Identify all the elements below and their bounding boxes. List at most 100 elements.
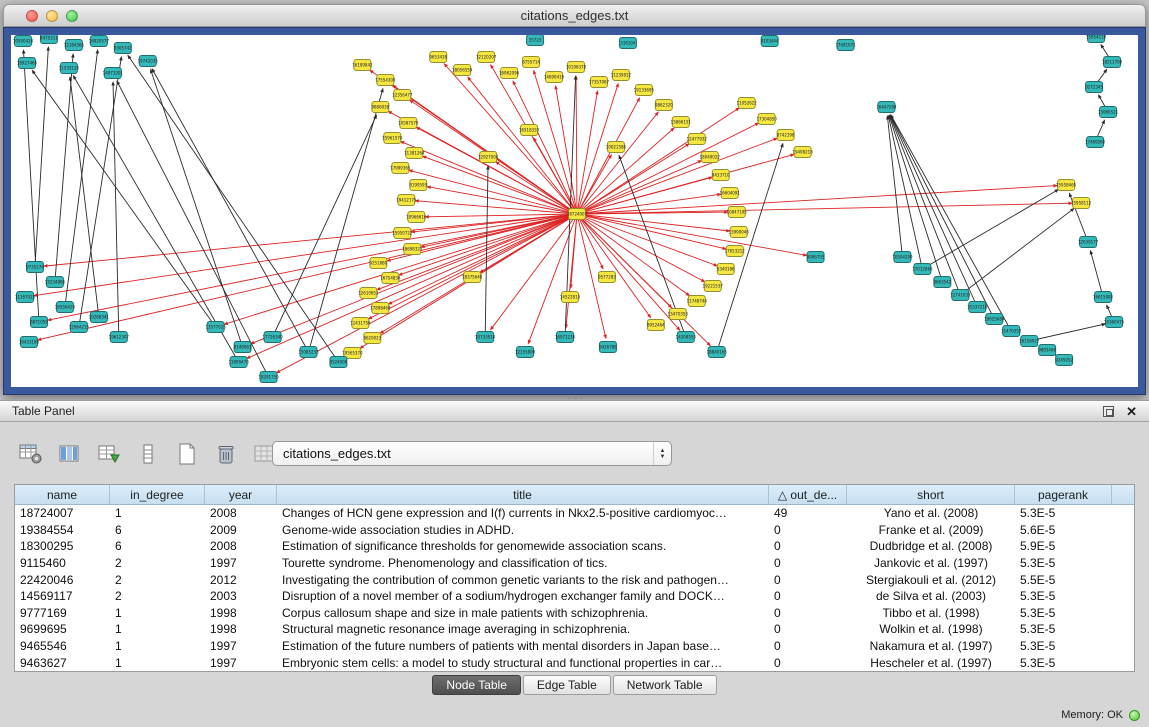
column-header-in_degree[interactable]: in_degree — [110, 485, 205, 504]
graph-node[interactable]: 8433710 — [712, 170, 730, 181]
graph-node[interactable]: 9653438 — [429, 52, 447, 63]
float-panel-icon[interactable] — [1103, 406, 1114, 417]
graph-node[interactable]: 9245052 — [1055, 355, 1073, 366]
graph-node[interactable]: 18724007 — [567, 209, 588, 220]
graph-node[interactable]: 8871059 — [30, 317, 48, 328]
graph-node[interactable]: 12741033 — [950, 290, 971, 301]
graph-node[interactable]: 8199595 — [409, 180, 427, 191]
column-header-pagerank[interactable]: pagerank — [1015, 485, 1112, 504]
tab-edge-table[interactable]: Edge Table — [523, 675, 611, 695]
graph-node[interactable]: 11167023 — [15, 292, 36, 303]
graph-node[interactable]: 15085233 — [298, 347, 319, 358]
graph-node[interactable]: 15958465 — [1056, 180, 1077, 191]
graph-node[interactable]: 13066521 — [1098, 107, 1119, 118]
column-header-short[interactable]: short — [847, 485, 1015, 504]
close-window-button[interactable] — [26, 10, 38, 22]
graph-node[interactable]: 16962096 — [499, 68, 520, 79]
graph-node[interactable]: 16433188 — [19, 337, 40, 348]
tab-network-table[interactable]: Network Table — [613, 675, 717, 695]
graph-node[interactable]: 19025684 — [984, 314, 1005, 325]
graph-node[interactable]: 12964215 — [69, 322, 90, 333]
minimize-window-button[interactable] — [46, 10, 58, 22]
graph-node[interactable]: 8755714 — [522, 57, 540, 68]
graph-node[interactable]: 12155809 — [515, 347, 536, 358]
graph-node[interactable]: 316104 — [619, 38, 636, 49]
graph-node[interactable]: 12356477 — [392, 90, 413, 101]
graph-node[interactable]: 10196378 — [566, 62, 587, 73]
graph-node[interactable]: 18291750 — [258, 372, 279, 383]
graph-node[interactable]: 19612307 — [109, 332, 130, 343]
graph-node[interactable]: 18375648 — [462, 272, 483, 283]
zoom-window-button[interactable] — [66, 10, 78, 22]
graph-node[interactable]: 16158927 — [1019, 336, 1040, 347]
graph-node[interactable]: 14308553 — [676, 332, 697, 343]
graph-node[interactable]: 14699419 — [544, 72, 565, 83]
graph-node[interactable]: 12120207 — [476, 52, 497, 63]
network-titlebar[interactable]: citations_edges.txt — [3, 4, 1146, 27]
close-panel-icon[interactable]: ✕ — [1126, 406, 1137, 417]
graph-node[interactable]: 8524906 — [330, 357, 348, 368]
graph-node[interactable]: 16518333 — [519, 125, 540, 136]
graph-node[interactable]: 9862320 — [655, 100, 673, 111]
graph-node[interactable]: 19498218 — [792, 147, 813, 158]
graph-node[interactable]: 9272345 — [1085, 82, 1103, 93]
column-header-name[interactable]: name — [15, 485, 110, 504]
graph-node[interactable]: 10587579 — [398, 118, 419, 129]
graph-node[interactable]: 9735278 — [26, 262, 44, 273]
graph-node[interactable]: 19742035 — [138, 56, 159, 67]
graph-node[interactable]: 18840165 — [707, 347, 728, 358]
graph-node[interactable]: 12610651 — [358, 288, 379, 299]
graph-node[interactable]: 10847195 — [727, 207, 748, 218]
graph-node[interactable]: 9886038 — [371, 102, 389, 113]
graph-node[interactable]: 18556424 — [55, 302, 76, 313]
graph-node[interactable]: 11533120 — [59, 63, 80, 74]
graph-node[interactable]: 35723 — [527, 35, 544, 46]
graph-node[interactable]: 11239812 — [611, 70, 632, 81]
graph-node[interactable]: 18698321 — [402, 244, 423, 255]
graph-node[interactable]: 15866151 — [671, 117, 692, 128]
table-row[interactable]: 969969511998Structural magnetic resonanc… — [15, 621, 1134, 638]
graph-node[interactable]: 17653212 — [725, 246, 746, 257]
graph-node[interactable]: 17304850 — [757, 114, 778, 125]
table-row[interactable]: 1938455462009Genome-wide association stu… — [15, 522, 1134, 539]
graph-node[interactable]: 16604091 — [720, 188, 741, 199]
graph-node[interactable]: 11431756 — [350, 318, 371, 329]
graph-node[interactable]: 15958112 — [1071, 198, 1092, 209]
graph-node[interactable]: 10966616 — [406, 212, 427, 223]
graph-node[interactable]: 17081971 — [835, 40, 856, 51]
graph-node[interactable]: 15954119 — [1086, 35, 1107, 43]
network-table-select[interactable]: citations_edges.txt ▲▼ — [272, 441, 672, 466]
table-options-button[interactable] — [16, 439, 46, 469]
graph-node[interactable]: 10360475 — [1104, 317, 1125, 328]
graph-node[interactable]: 15470353 — [668, 309, 689, 320]
table-row[interactable]: 911546021997Tourette syndrome. Phenomeno… — [15, 555, 1134, 572]
graph-node[interactable]: 17489260 — [1085, 137, 1106, 148]
graph-node[interactable]: 8629023 — [363, 333, 381, 344]
graph-node[interactable]: 8952464 — [647, 320, 665, 331]
table-row[interactable]: 946554611997Estimation of the future num… — [15, 638, 1134, 655]
graph-node[interactable]: 14522813 — [560, 292, 581, 303]
table-row[interactable]: 946362711997Embryonic stem cells: a mode… — [15, 654, 1134, 671]
graph-node[interactable]: 8663542 — [933, 277, 951, 288]
graph-node[interactable]: 17999365 — [390, 163, 411, 174]
network-canvas[interactable]: 1872400716189842175543001235647798860381… — [11, 35, 1138, 387]
graph-node[interactable]: 16615980 — [1093, 292, 1114, 303]
graph-node[interactable]: 15950722 — [392, 228, 413, 239]
graph-node[interactable]: 11899478 — [228, 357, 249, 368]
graph-node[interactable]: 14873201 — [103, 68, 124, 79]
graph-node[interactable]: 10733914 — [475, 332, 496, 343]
graph-node[interactable]: 9148661 — [234, 342, 252, 353]
graph-node[interactable]: 9577283 — [598, 272, 616, 283]
graph-node[interactable]: 8103444 — [761, 36, 779, 47]
graph-node[interactable]: 11052622 — [737, 98, 758, 109]
graph-node[interactable]: 9893466 — [1038, 345, 1056, 356]
graph-node[interactable]: 17898468 — [370, 303, 391, 314]
graph-node[interactable]: 16820577 — [89, 36, 110, 47]
delete-column-button[interactable] — [211, 439, 241, 469]
graph-node[interactable]: 17554300 — [375, 75, 396, 86]
graph-node[interactable]: 19133695 — [634, 85, 655, 96]
graph-node[interactable]: 8742198 — [777, 130, 795, 141]
graph-node[interactable]: 18049022 — [700, 152, 721, 163]
graph-node[interactable]: 10590424 — [13, 36, 34, 47]
import-table-button[interactable] — [94, 439, 124, 469]
